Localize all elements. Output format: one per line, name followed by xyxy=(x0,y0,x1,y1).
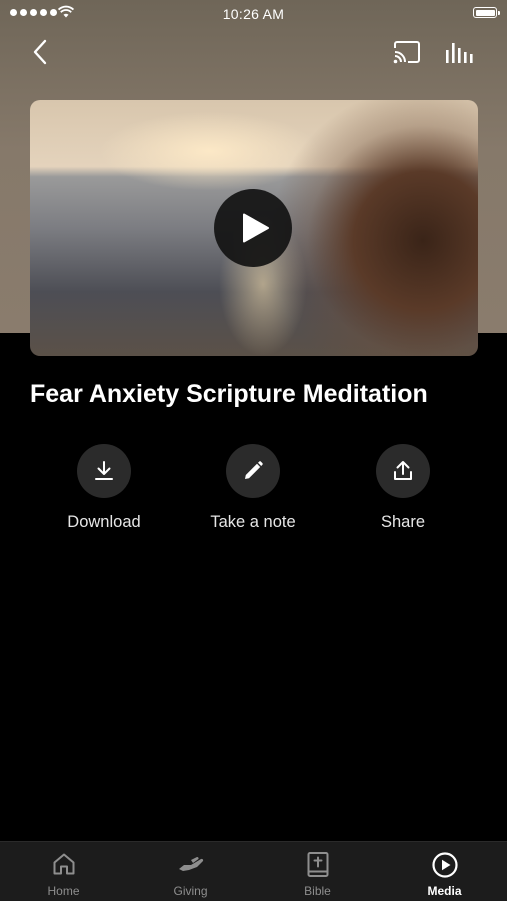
share-icon xyxy=(394,461,412,480)
tab-giving-label: Giving xyxy=(173,884,208,898)
tab-bible[interactable]: Bible xyxy=(254,842,381,901)
pencil-icon xyxy=(245,461,263,479)
share-label: Share xyxy=(380,513,426,531)
download-icon xyxy=(95,461,113,480)
home-icon xyxy=(53,853,74,875)
tab-bible-label: Bible xyxy=(304,884,331,898)
play-button[interactable] xyxy=(214,189,292,267)
bible-icon xyxy=(307,852,328,877)
tab-media[interactable]: Media xyxy=(381,842,507,901)
share-button[interactable]: Share xyxy=(333,444,473,532)
battery-icon xyxy=(473,7,500,18)
play-icon xyxy=(243,213,269,243)
back-button[interactable] xyxy=(28,38,52,66)
take-a-note-label: Take a note xyxy=(210,513,296,531)
cast-icon xyxy=(393,41,420,64)
play-circle-icon xyxy=(431,852,458,878)
audio-levels-button[interactable] xyxy=(444,40,476,66)
download-label: Download xyxy=(67,513,141,531)
cast-button[interactable] xyxy=(392,40,422,66)
status-bar: 10:26 AM xyxy=(0,0,507,28)
giving-hand-icon xyxy=(178,856,203,871)
media-title: Fear Anxiety Scripture Meditation xyxy=(30,380,428,408)
tab-bar: Home Giving Bible Media xyxy=(0,841,507,901)
note-circle xyxy=(226,444,280,498)
tab-giving[interactable]: Giving xyxy=(127,842,254,901)
download-circle xyxy=(77,444,131,498)
equalizer-icon xyxy=(446,43,473,63)
take-a-note-button[interactable]: Take a note xyxy=(183,444,323,532)
tab-media-label: Media xyxy=(427,884,462,898)
status-time: 10:26 AM xyxy=(222,6,285,22)
download-button[interactable]: Download xyxy=(34,444,174,532)
tab-home[interactable]: Home xyxy=(0,842,127,901)
share-circle xyxy=(376,444,430,498)
tab-home-label: Home xyxy=(47,884,80,898)
chevron-left-icon xyxy=(33,39,47,65)
